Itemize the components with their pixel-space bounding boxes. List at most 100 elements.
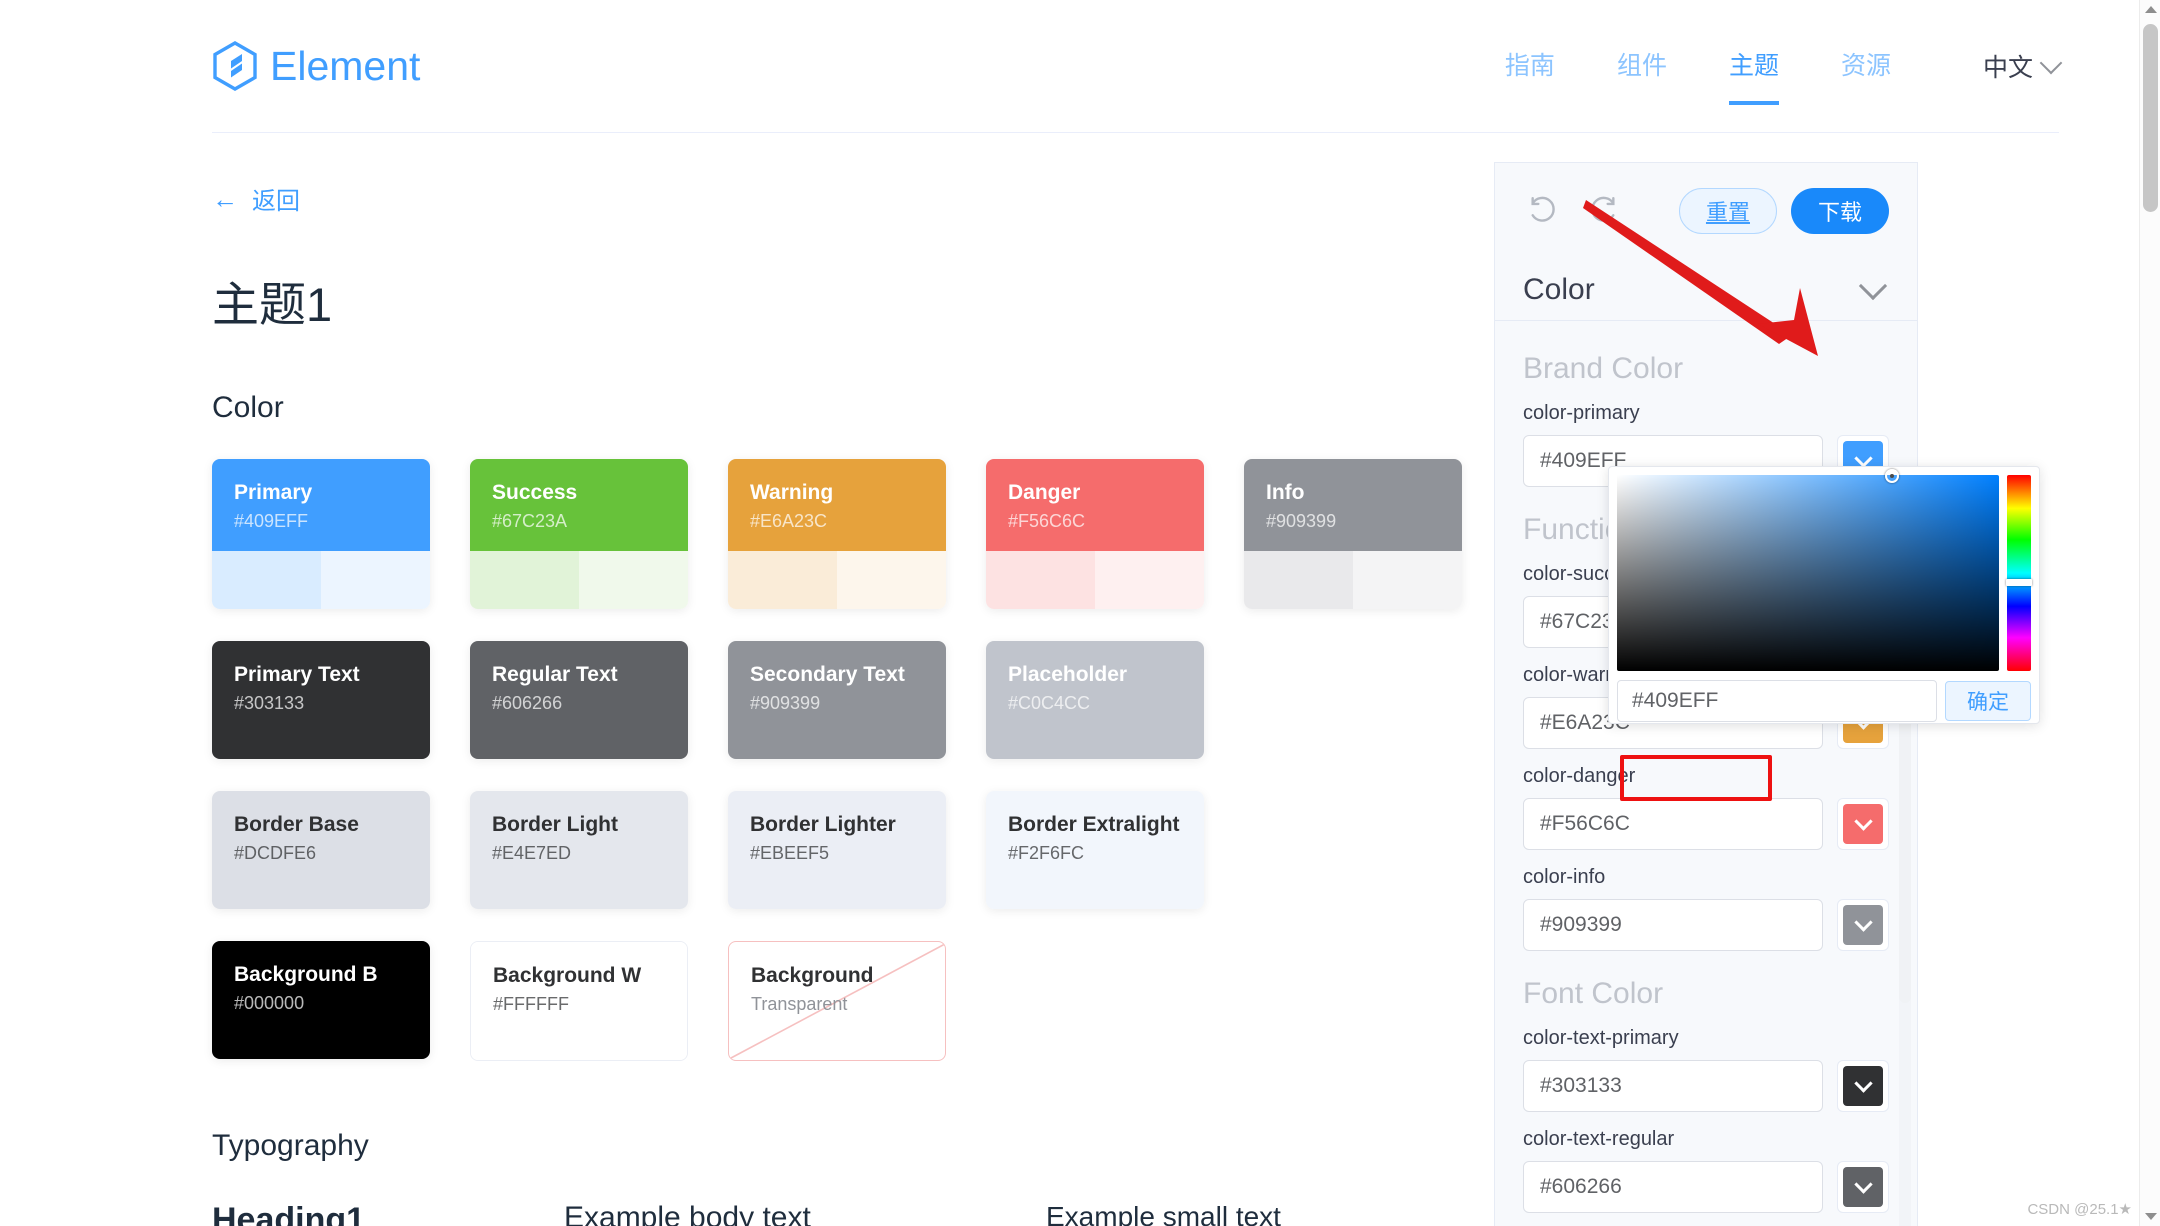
swatch-hex: #67C23A <box>492 511 568 532</box>
element-logo-icon <box>212 41 258 91</box>
typography-heading1: Heading1 <box>212 1201 366 1226</box>
swatch-border-lighter: Border Lighter #EBEEF5 <box>728 791 946 909</box>
language-label: 中文 <box>1982 54 2033 82</box>
typography-body: Example body text <box>564 1201 811 1226</box>
swatch-name: Border Base <box>234 813 359 836</box>
swatch-name: Regular Text <box>492 663 618 686</box>
back-link[interactable]: ← 返回 <box>212 181 300 216</box>
language-selector[interactable]: 中文 <box>1982 48 2063 84</box>
swatch-background-black: Background B #000000 <box>212 941 430 1059</box>
swatch-hex: #EBEEF5 <box>750 843 830 864</box>
color-info-picker-trigger[interactable] <box>1837 899 1889 951</box>
swatch-card: Info #909399 <box>1244 459 1462 609</box>
background-swatch-grid: Background B #000000 Background W #FFFFF… <box>212 941 1502 1085</box>
color-picker-body <box>1617 469 2032 671</box>
swatch-card: Placeholder #C0C4CC <box>986 641 1204 759</box>
field-row-color-danger: #F56C6C <box>1523 798 1889 850</box>
swatch-hex: #FFFFFF <box>493 994 569 1015</box>
swatch-border-extralight: Border Extralight #F2F6FC <box>986 791 1204 909</box>
chevron-down-icon <box>2039 51 2063 75</box>
field-label-color-text-primary: color-text-primary <box>1523 1027 1679 1049</box>
reset-button[interactable]: 重置 <box>1678 188 1777 234</box>
color-picker-confirm-button[interactable]: 确定 <box>1945 681 2031 721</box>
element-logo[interactable]: Element <box>212 41 420 91</box>
swatch-border-base: Border Base #DCDFE6 <box>212 791 430 909</box>
back-link-label: 返回 <box>252 188 300 215</box>
chevron-down-icon <box>1853 449 1873 468</box>
swatch-card: Border Lighter #EBEEF5 <box>728 791 946 909</box>
field-label-color-text-regular: color-text-regular <box>1523 1128 1675 1150</box>
border-swatch-grid: Border Base #DCDFE6 Border Light #E4E7ED… <box>212 791 1502 933</box>
swatch-danger: Danger #F56C6C <box>986 459 1204 609</box>
swatch-name: Primary <box>234 481 313 504</box>
swatch-hex: #909399 <box>750 693 821 714</box>
undo-icon[interactable] <box>1523 190 1565 232</box>
color-text-primary-picker-trigger[interactable] <box>1837 1060 1889 1112</box>
scroll-up-arrow-icon[interactable] <box>2145 6 2157 13</box>
swatch-hex: #C0C4CC <box>1008 693 1091 714</box>
swatch-name: Background <box>751 964 874 987</box>
typography-section-title: Typography <box>212 1129 369 1162</box>
field-row-color-text-primary: #303133 <box>1523 1060 1889 1112</box>
page-scrollbar[interactable] <box>2139 0 2160 1226</box>
swatch-info: Info #909399 <box>1244 459 1462 609</box>
swatch-card: Success #67C23A <box>470 459 688 609</box>
typography-row: Heading1 Example body text Example small… <box>212 1201 1502 1226</box>
swatch-name: Secondary Text <box>750 663 905 686</box>
color-danger-input[interactable]: #F56C6C <box>1523 798 1823 850</box>
swatch-hex: #303133 <box>234 693 305 714</box>
element-logo-text: Element <box>270 42 421 89</box>
chevron-down-icon <box>1858 271 1888 300</box>
field-row-color-info: #909399 <box>1523 899 1889 951</box>
swatch-name: Border Light <box>492 813 618 836</box>
nav-item-resources[interactable]: 资源 <box>1841 0 1891 133</box>
field-label-color-danger: color-danger <box>1523 765 1636 787</box>
field-row-color-text-regular: #606266 <box>1523 1161 1889 1213</box>
nav-item-components[interactable]: 组件 <box>1617 0 1667 133</box>
watermark: CSDN @25.1★ <box>2027 1201 2132 1218</box>
swatch-hex: #409EFF <box>234 511 309 532</box>
color-text-primary-input[interactable]: #303133 <box>1523 1060 1823 1112</box>
color-text-regular-input[interactable]: #606266 <box>1523 1161 1823 1213</box>
swatch-card: Primary Text #303133 <box>212 641 430 759</box>
main-nav: 指南 组件 主题 资源 中文 <box>1443 0 2063 133</box>
download-button[interactable]: 下载 <box>1790 188 1889 234</box>
page-title: 主题1 <box>212 278 333 331</box>
color-picker-popup[interactable]: #409EFF 确定 <box>1608 466 2040 724</box>
swatch-success: Success #67C23A <box>470 459 688 609</box>
hue-slider[interactable] <box>2006 475 2032 671</box>
scroll-down-arrow-icon[interactable] <box>2145 1213 2157 1220</box>
page-scrollbar-thumb[interactable] <box>2143 24 2158 212</box>
field-label-color-info: color-info <box>1523 866 1606 888</box>
color-picker-footer: #409EFF 确定 <box>1617 679 2031 723</box>
nav-item-theme[interactable]: 主题 <box>1728 0 1779 133</box>
nav-item-guide[interactable]: 指南 <box>1505 0 1555 133</box>
swatch-card: Background Transparent <box>728 941 946 1061</box>
swatch-card: Regular Text #606266 <box>470 641 688 759</box>
swatch-name: Warning <box>750 481 834 504</box>
chevron-down-icon <box>1853 1175 1873 1194</box>
redo-icon[interactable] <box>1581 190 1623 232</box>
saturation-value-panel[interactable] <box>1617 469 1999 671</box>
swatch-hex: #E4E7ED <box>492 843 572 864</box>
color-picker-hex-input[interactable]: #409EFF <box>1617 680 1937 722</box>
panel-color-section-header[interactable]: Color <box>1495 259 1917 321</box>
swatch-card: Secondary Text #909399 <box>728 641 946 759</box>
saturation-cursor[interactable] <box>1885 469 1899 483</box>
chevron-down-icon <box>1853 913 1873 932</box>
swatch-card: Background B #000000 <box>212 941 430 1061</box>
hue-slider-thumb[interactable] <box>2006 579 2032 586</box>
swatch-warning: Warning #E6A23C <box>728 459 946 609</box>
swatch-regular-text: Regular Text #606266 <box>470 641 688 759</box>
swatch-background-transparent: Background Transparent <box>728 941 946 1061</box>
panel-field-list: Brand Color color-primary #409EFF Functi… <box>1495 322 1917 1226</box>
color-info-input[interactable]: #909399 <box>1523 899 1823 951</box>
color-text-regular-picker-trigger[interactable] <box>1837 1161 1889 1213</box>
swatch-hex: #606266 <box>492 693 563 714</box>
swatch-name: Success <box>492 481 578 504</box>
site-header: Element 指南 组件 主题 资源 中文 <box>0 0 2139 133</box>
color-danger-picker-trigger[interactable] <box>1837 798 1889 850</box>
swatch-border-light: Border Light #E4E7ED <box>470 791 688 909</box>
chevron-down-icon <box>1853 1074 1873 1093</box>
swatch-card: Border Base #DCDFE6 <box>212 791 430 909</box>
